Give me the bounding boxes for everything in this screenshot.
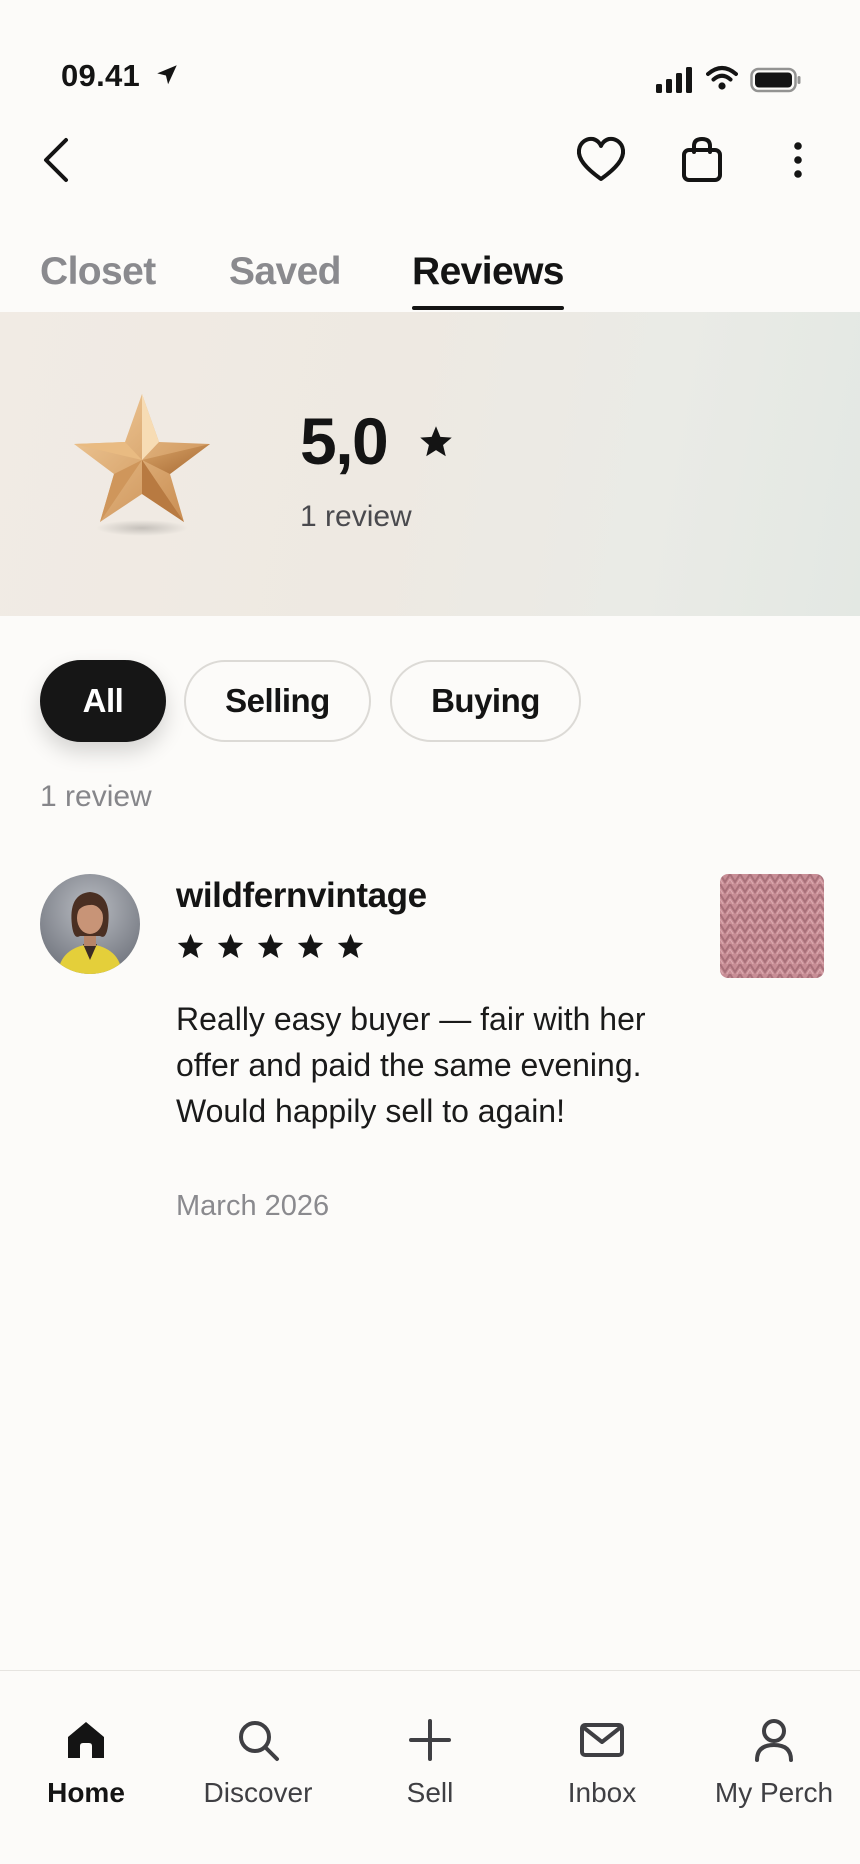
- star-icon: [257, 933, 284, 958]
- wifi-icon: [706, 66, 738, 90]
- nav-sell-label: Sell: [406, 1777, 454, 1808]
- profile-tabs: Closet Saved Reviews: [0, 250, 860, 312]
- nav-my-perch[interactable]: My Perch: [688, 1671, 860, 1821]
- gold-star-icon: [74, 394, 210, 536]
- mail-icon: [580, 1723, 624, 1757]
- more-vertical-icon[interactable]: [780, 134, 816, 186]
- reviewer-name[interactable]: wildfernvintage: [176, 876, 427, 916]
- review-list-count: 1 review: [40, 780, 152, 813]
- back-chevron-icon[interactable]: [36, 130, 76, 190]
- nav-my-perch-label: My Perch: [714, 1777, 834, 1808]
- filter-chip-buying[interactable]: Buying: [390, 660, 581, 742]
- nav-inbox[interactable]: Inbox: [516, 1671, 688, 1821]
- nav-inbox-label: Inbox: [567, 1777, 637, 1808]
- location-arrow-icon: [157, 65, 177, 85]
- review-text: Really easy buyer — fair with her offer …: [176, 1001, 646, 1129]
- rating-summary: 5,0 1 review: [0, 312, 860, 616]
- cellular-signal-icon: [656, 67, 692, 93]
- knit-fabric-image: [720, 874, 824, 978]
- filter-chip-all[interactable]: All: [40, 660, 166, 742]
- item-thumbnail[interactable]: [720, 874, 824, 978]
- star-icon: [217, 933, 244, 958]
- nav-discover[interactable]: Discover: [172, 1671, 344, 1821]
- search-icon: [239, 1721, 279, 1761]
- tab-closet[interactable]: Closet: [40, 250, 156, 312]
- person-icon: [755, 1719, 793, 1762]
- heart-icon[interactable]: [574, 134, 628, 186]
- avatar-image: [40, 874, 140, 974]
- bottom-nav: Home Discover Sell Inbox My Perch: [0, 1670, 860, 1864]
- nav-discover-label: Discover: [203, 1777, 313, 1808]
- filter-chip-selling[interactable]: Selling: [184, 660, 371, 742]
- tab-saved[interactable]: Saved: [229, 250, 342, 312]
- star-icon: [177, 933, 204, 958]
- review-rating-stars: [176, 932, 365, 964]
- avatar[interactable]: [40, 874, 140, 974]
- star-icon: [337, 933, 364, 958]
- status-time: 09.41: [61, 58, 141, 93]
- review-item: wildfernvintage Really easy buyer — fair…: [0, 870, 860, 1230]
- rating-value: 5,0: [300, 404, 389, 478]
- star-icon: [297, 933, 324, 958]
- status-bar: 09.41: [0, 0, 860, 120]
- rating-count: 1 review: [300, 500, 412, 533]
- shopping-bag-icon[interactable]: [676, 134, 728, 186]
- home-icon: [68, 1722, 104, 1758]
- nav-sell[interactable]: Sell: [344, 1671, 516, 1821]
- nav-home[interactable]: Home: [0, 1671, 172, 1821]
- battery-icon: [750, 67, 801, 93]
- tab-reviews[interactable]: Reviews: [412, 250, 565, 312]
- review-date: March 2026: [176, 1190, 330, 1222]
- plus-icon: [409, 1719, 451, 1761]
- nav-home-label: Home: [47, 1777, 125, 1808]
- star-icon: [420, 426, 452, 457]
